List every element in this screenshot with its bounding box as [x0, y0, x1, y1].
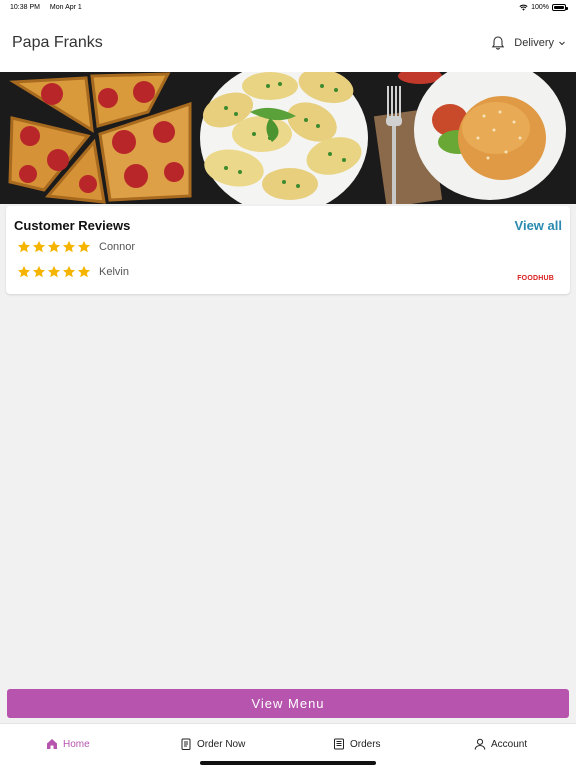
tab-order-now-label: Order Now — [197, 738, 246, 750]
customer-reviews-card: Customer Reviews View all Connor Kelvin — [6, 206, 570, 294]
star-icon — [17, 265, 31, 277]
star-icon — [77, 240, 91, 252]
battery-percent: 100% — [531, 3, 549, 11]
star-icon — [77, 265, 91, 277]
reviewer-name: Kelvin — [99, 265, 129, 278]
app-header: Papa Franks Delivery — [0, 14, 576, 72]
delivery-mode-label: Delivery — [514, 37, 554, 49]
tab-home-label: Home — [63, 738, 90, 750]
star-icon — [32, 265, 46, 277]
bell-icon[interactable] — [490, 35, 506, 51]
star-icon — [17, 240, 31, 252]
star-icon — [47, 265, 61, 277]
tab-order-now[interactable]: Order Now — [180, 738, 245, 750]
receipt-icon — [334, 738, 344, 750]
review-item: Kelvin — [14, 259, 562, 284]
battery-icon — [552, 3, 568, 11]
view-all-reviews-link[interactable]: View all — [515, 218, 562, 233]
bottom-tab-bar: Home Order Now Orders Account — [0, 723, 576, 768]
tab-account[interactable]: Account — [474, 738, 527, 750]
star-icon — [47, 240, 61, 252]
star-rating — [17, 265, 91, 279]
reviews-title: Customer Reviews — [14, 217, 131, 233]
status-date: Mon Apr 1 — [49, 3, 82, 11]
tab-orders-label: Orders — [350, 738, 381, 750]
review-item: Connor — [14, 234, 562, 259]
delivery-mode-selector[interactable]: Delivery — [514, 37, 566, 49]
status-bar: 10:38 PM Mon Apr 1 100% — [0, 0, 576, 14]
hero-banner — [0, 72, 576, 204]
garlic-bread-image — [200, 72, 368, 204]
star-icon — [62, 240, 76, 252]
app-screen: 10:38 PM Mon Apr 1 100% Papa Franks Deli… — [0, 0, 576, 768]
wifi-icon — [519, 4, 528, 11]
tab-home[interactable]: Home — [46, 738, 90, 750]
home-icon — [47, 739, 57, 749]
home-indicator — [200, 761, 376, 765]
reviewer-name: Connor — [99, 240, 136, 253]
tab-orders[interactable]: Orders — [333, 738, 381, 750]
food-banner-image — [0, 72, 576, 204]
view-menu-button[interactable]: View Menu — [7, 689, 569, 718]
user-icon — [474, 738, 486, 750]
chevron-down-icon — [559, 41, 565, 46]
foodhub-logo: FOODHUB — [517, 275, 554, 282]
order-icon — [181, 738, 191, 750]
status-time: 10:38 PM — [10, 3, 40, 11]
star-rating — [17, 240, 91, 254]
restaurant-name: Papa Franks — [12, 34, 103, 51]
tab-account-label: Account — [491, 738, 528, 750]
star-icon — [32, 240, 46, 252]
star-icon — [62, 265, 76, 277]
